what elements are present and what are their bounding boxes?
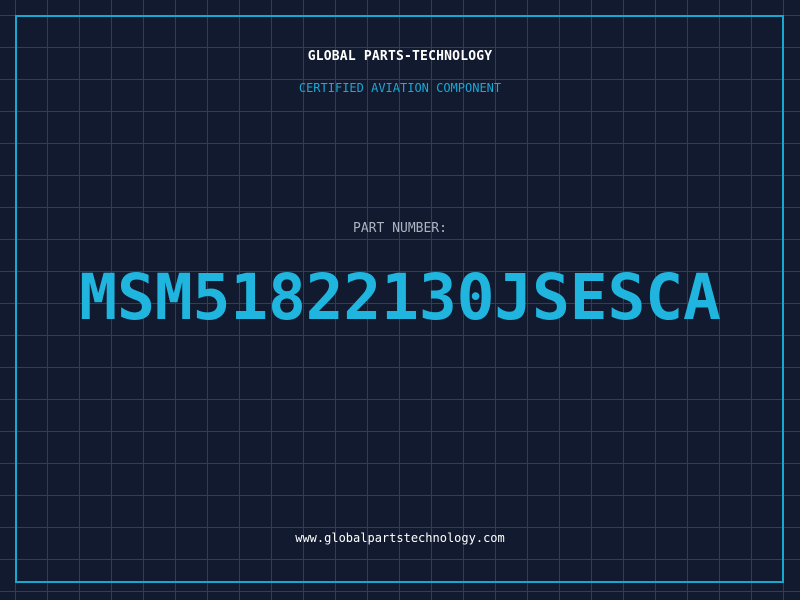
website-url: www.globalpartstechnology.com <box>295 531 505 545</box>
label-card: GLOBAL PARTS-TECHNOLOGY CERTIFIED AVIATI… <box>0 0 800 600</box>
part-number-value: MSM51822130JSESCA <box>79 261 721 334</box>
part-number-label: PART NUMBER: <box>353 221 447 236</box>
certification-tagline: CERTIFIED AVIATION COMPONENT <box>298 81 502 95</box>
company-name: GLOBAL PARTS-TECHNOLOGY <box>307 49 493 64</box>
